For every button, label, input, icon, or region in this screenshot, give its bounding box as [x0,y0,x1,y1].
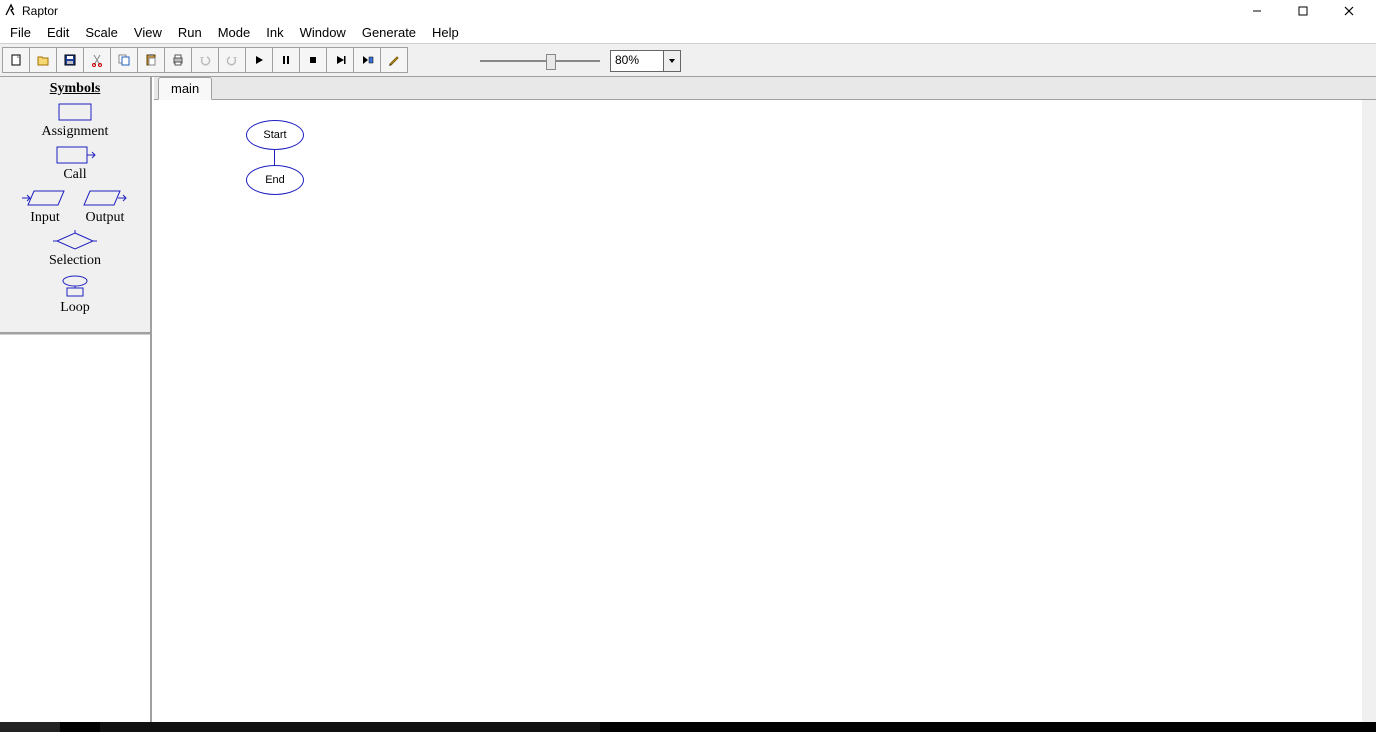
symbol-output-label: Output [82,210,128,226]
dropdown-arrow-icon[interactable] [663,51,680,71]
watch-panel [0,334,150,722]
flow-node-end[interactable]: End [246,165,304,195]
close-button[interactable] [1326,0,1372,22]
canvas[interactable]: Start End [154,100,1376,722]
flow-node-end-label: End [265,174,285,186]
flow-node-start[interactable]: Start [246,120,304,150]
save-button[interactable] [56,47,84,73]
cut-button[interactable] [83,47,111,73]
maximize-button[interactable] [1280,0,1326,22]
symbol-input-label: Input [22,210,68,226]
tab-main[interactable]: main [158,77,212,100]
new-button[interactable] [2,47,30,73]
flow-node-start-label: Start [263,129,286,141]
main-area: main Start End [152,77,1376,722]
sidebar: Symbols Assignment Call Input Output [0,77,152,722]
undo-button[interactable] [191,47,219,73]
redo-button[interactable] [218,47,246,73]
pause-button[interactable] [272,47,300,73]
step-into-button[interactable] [353,47,381,73]
symbols-panel: Symbols Assignment Call Input Output [0,77,150,334]
speed-slider[interactable] [480,60,600,62]
speed-slider-thumb[interactable] [546,54,556,70]
menu-mode[interactable]: Mode [210,23,259,42]
symbol-assignment[interactable]: Assignment [0,101,150,140]
zoom-select[interactable]: 80% [610,50,681,72]
zoom-value[interactable]: 80% [611,51,663,71]
paste-button[interactable] [137,47,165,73]
symbol-loop-label: Loop [0,300,150,316]
menu-file[interactable]: File [2,23,39,42]
pen-button[interactable] [380,47,408,73]
symbol-assignment-label: Assignment [0,124,150,140]
copy-button[interactable] [110,47,138,73]
window-title: Raptor [22,4,58,18]
menu-scale[interactable]: Scale [77,23,126,42]
titlebar: Raptor [0,0,1376,22]
symbol-call-label: Call [0,167,150,183]
menu-window[interactable]: Window [292,23,354,42]
menu-ink[interactable]: Ink [258,23,291,42]
symbol-output[interactable]: Output [82,187,128,226]
print-button[interactable] [164,47,192,73]
play-button[interactable] [245,47,273,73]
symbol-selection-label: Selection [0,253,150,269]
open-button[interactable] [29,47,57,73]
toolbar: 80% [0,43,1376,77]
taskbar [0,722,1376,732]
minimize-button[interactable] [1234,0,1280,22]
menu-edit[interactable]: Edit [39,23,77,42]
menubar: File Edit Scale View Run Mode Ink Window… [0,22,1376,43]
step-over-button[interactable] [326,47,354,73]
workspace: Symbols Assignment Call Input Output [0,77,1376,722]
app-icon [4,3,18,20]
symbol-call[interactable]: Call [0,144,150,183]
symbol-loop[interactable]: Loop [0,273,150,316]
symbol-input[interactable]: Input [22,187,68,226]
menu-view[interactable]: View [126,23,170,42]
window-controls [1234,0,1372,22]
tabstrip: main [154,77,1376,100]
symbols-title: Symbols [0,81,150,97]
symbol-selection[interactable]: Selection [0,230,150,269]
menu-help[interactable]: Help [424,23,467,42]
menu-generate[interactable]: Generate [354,23,424,42]
menu-run[interactable]: Run [170,23,210,42]
stop-button[interactable] [299,47,327,73]
flow-connector [274,149,275,166]
